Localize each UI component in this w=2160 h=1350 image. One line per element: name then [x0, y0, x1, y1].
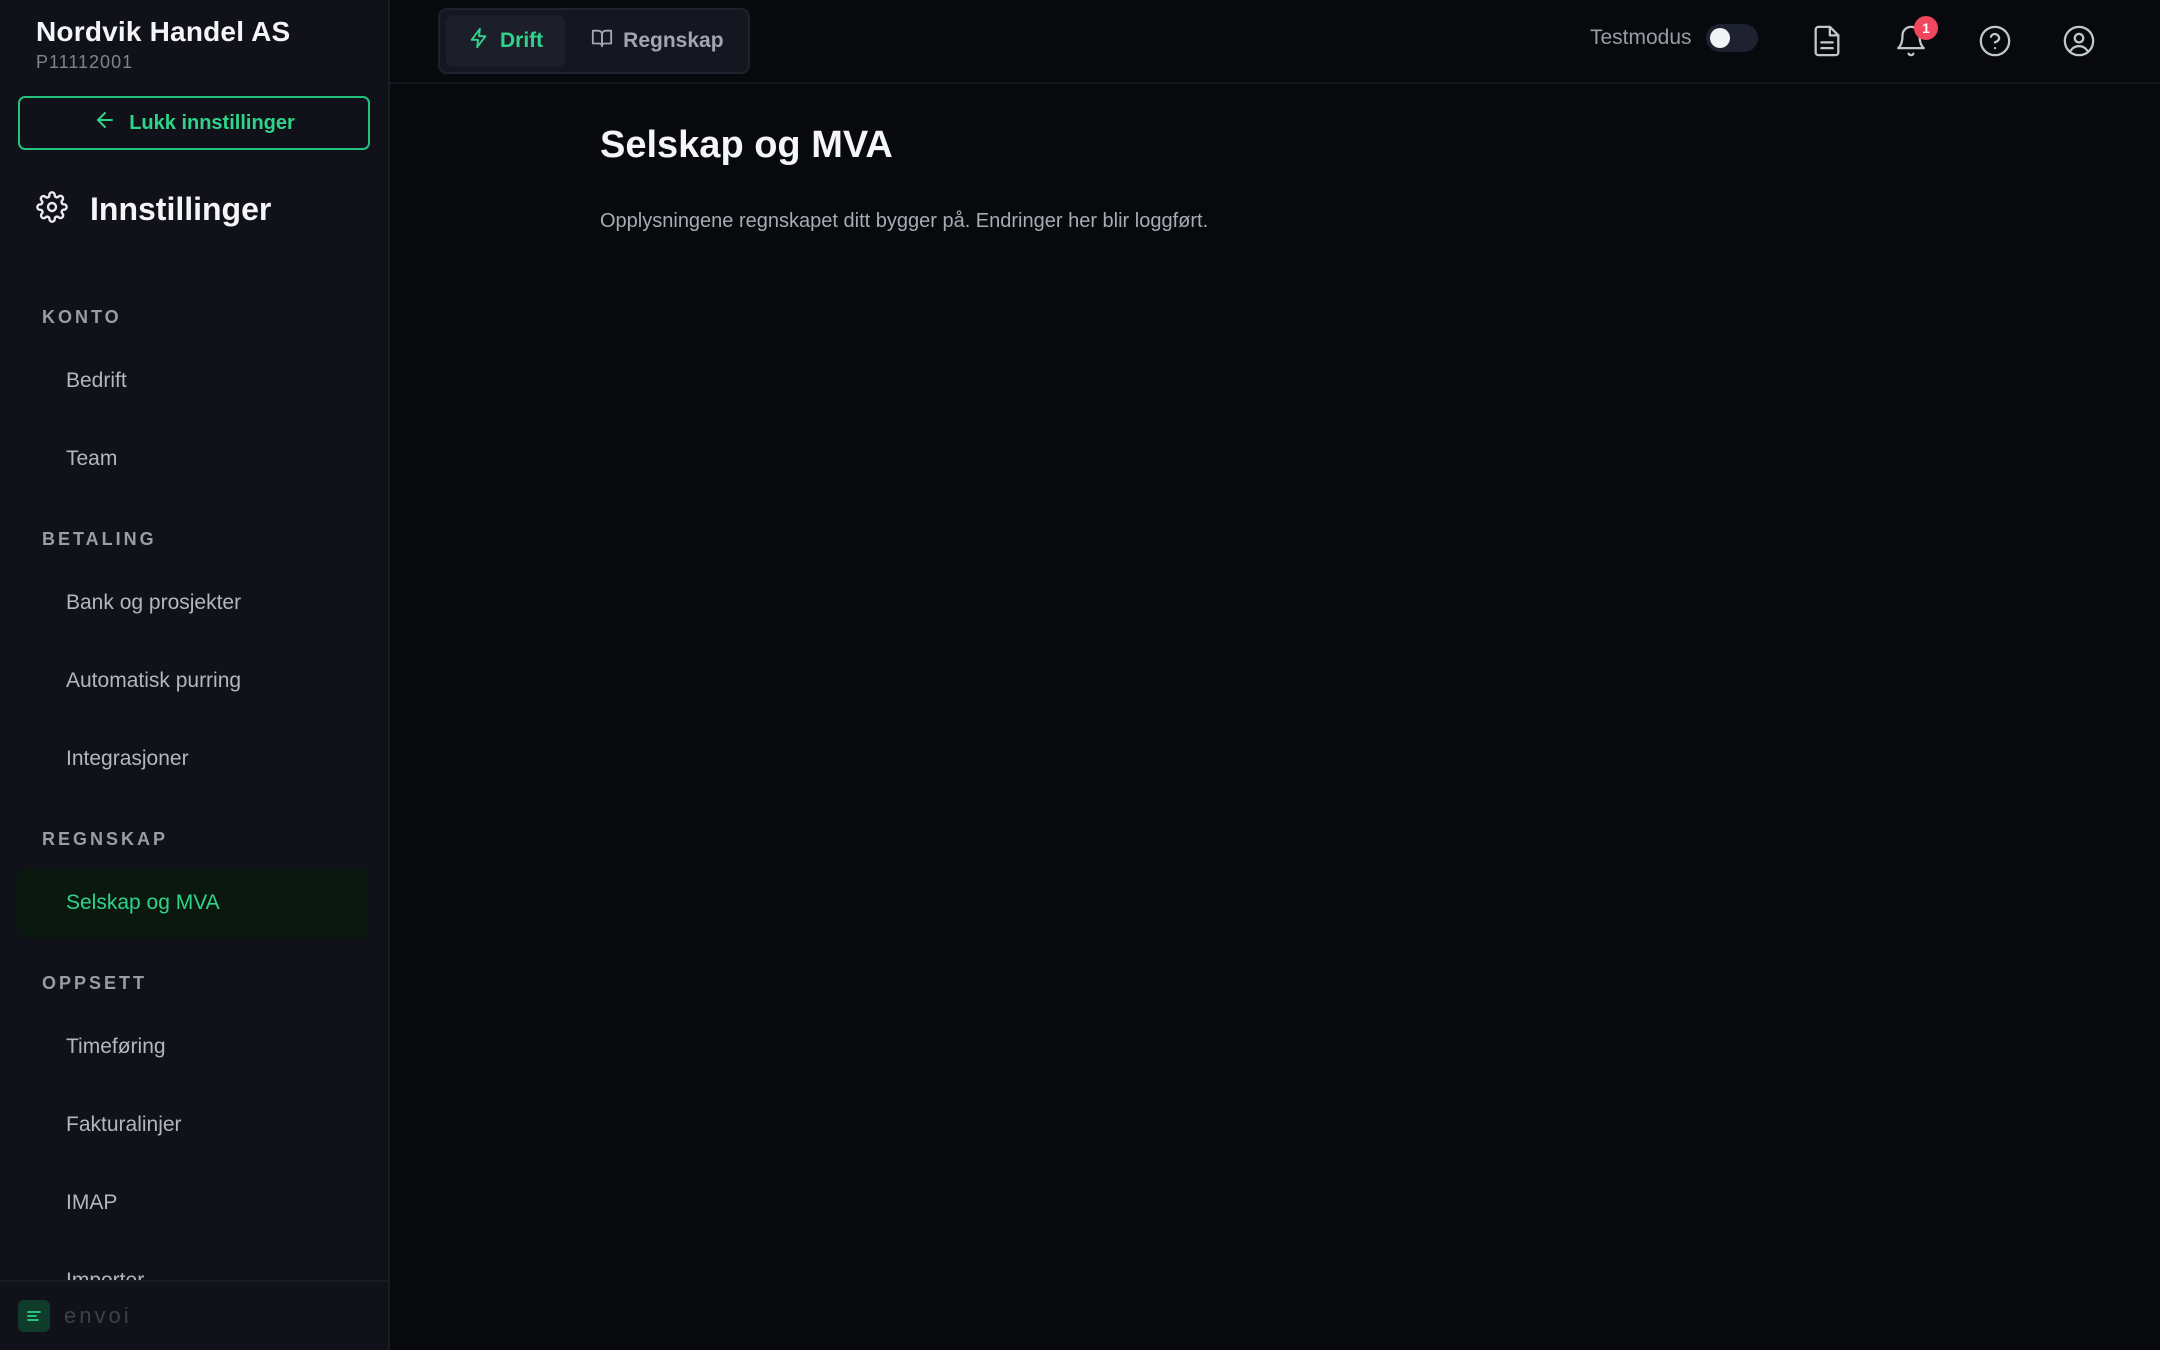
settings-heading: Innstillinger [36, 191, 271, 228]
sidebar-item-timeforing[interactable]: Timeføring [18, 1012, 370, 1082]
company-header: Nordvik Handel AS P11112001 [36, 16, 290, 73]
brand-name: envoi [64, 1303, 132, 1328]
section-label-betaling: BETALING [42, 529, 157, 549]
mode-tabs: Drift Regnskap [438, 8, 750, 74]
tab-regnskap[interactable]: Regnskap [569, 15, 745, 67]
envoi-logo-icon [18, 1300, 50, 1332]
section-label-oppsett: OPPSETT [42, 973, 148, 993]
company-name: Nordvik Handel AS [36, 16, 291, 47]
company-id: P11112001 [36, 52, 134, 72]
book-open-icon [591, 27, 613, 55]
gear-icon [36, 191, 68, 228]
user-profile-icon[interactable] [2062, 24, 2096, 58]
settings-sidebar: Nordvik Handel AS P11112001 Lukk innstil… [0, 0, 390, 1350]
section-label-konto: KONTO [42, 307, 122, 327]
testmode-control: Testmodus [1590, 24, 1758, 52]
settings-title: Innstillinger [90, 191, 272, 227]
page-title: Selskap og MVA [600, 124, 893, 166]
tab-drift-label: Drift [500, 29, 544, 52]
close-settings-button[interactable]: Lukk innstillinger [18, 96, 370, 150]
close-settings-label: Lukk innstillinger [129, 111, 295, 134]
page-description: Opplysningene regnskapet ditt bygger på.… [600, 210, 1209, 232]
help-icon[interactable] [1978, 24, 2012, 58]
lightning-icon [468, 27, 490, 55]
sidebar-item-integrasjoner[interactable]: Integrasjoner [18, 724, 370, 794]
sidebar-item-bank-og-prosjekter[interactable]: Bank og prosjekter [18, 568, 370, 638]
top-bar: Drift Regnskap Testmodus 1 [390, 0, 2160, 84]
toggle-knob [1709, 28, 1730, 48]
sidebar-item-imap[interactable]: IMAP [18, 1168, 370, 1238]
notification-badge: 1 [1914, 16, 1938, 40]
bell-icon[interactable]: 1 [1894, 16, 1938, 58]
sidebar-item-fakturalinjer[interactable]: Fakturalinjer [18, 1090, 370, 1160]
testmode-toggle[interactable] [1705, 24, 1758, 52]
section-label-regnskap: REGNSKAP [42, 829, 169, 849]
tab-drift[interactable]: Drift [446, 15, 566, 67]
document-icon[interactable] [1810, 24, 1844, 58]
arrow-left-icon [93, 108, 117, 138]
sidebar-item-automatisk-purring[interactable]: Automatisk purring [18, 646, 370, 716]
testmode-label: Testmodus [1590, 26, 1692, 49]
sidebar-item-bedrift[interactable]: Bedrift [18, 346, 370, 416]
sidebar-item-selskap-og-mva[interactable]: Selskap og MVA [18, 868, 370, 938]
sidebar-footer: envoi [0, 1280, 388, 1350]
sidebar-item-team[interactable]: Team [18, 424, 370, 494]
tab-regnskap-label: Regnskap [623, 29, 724, 52]
